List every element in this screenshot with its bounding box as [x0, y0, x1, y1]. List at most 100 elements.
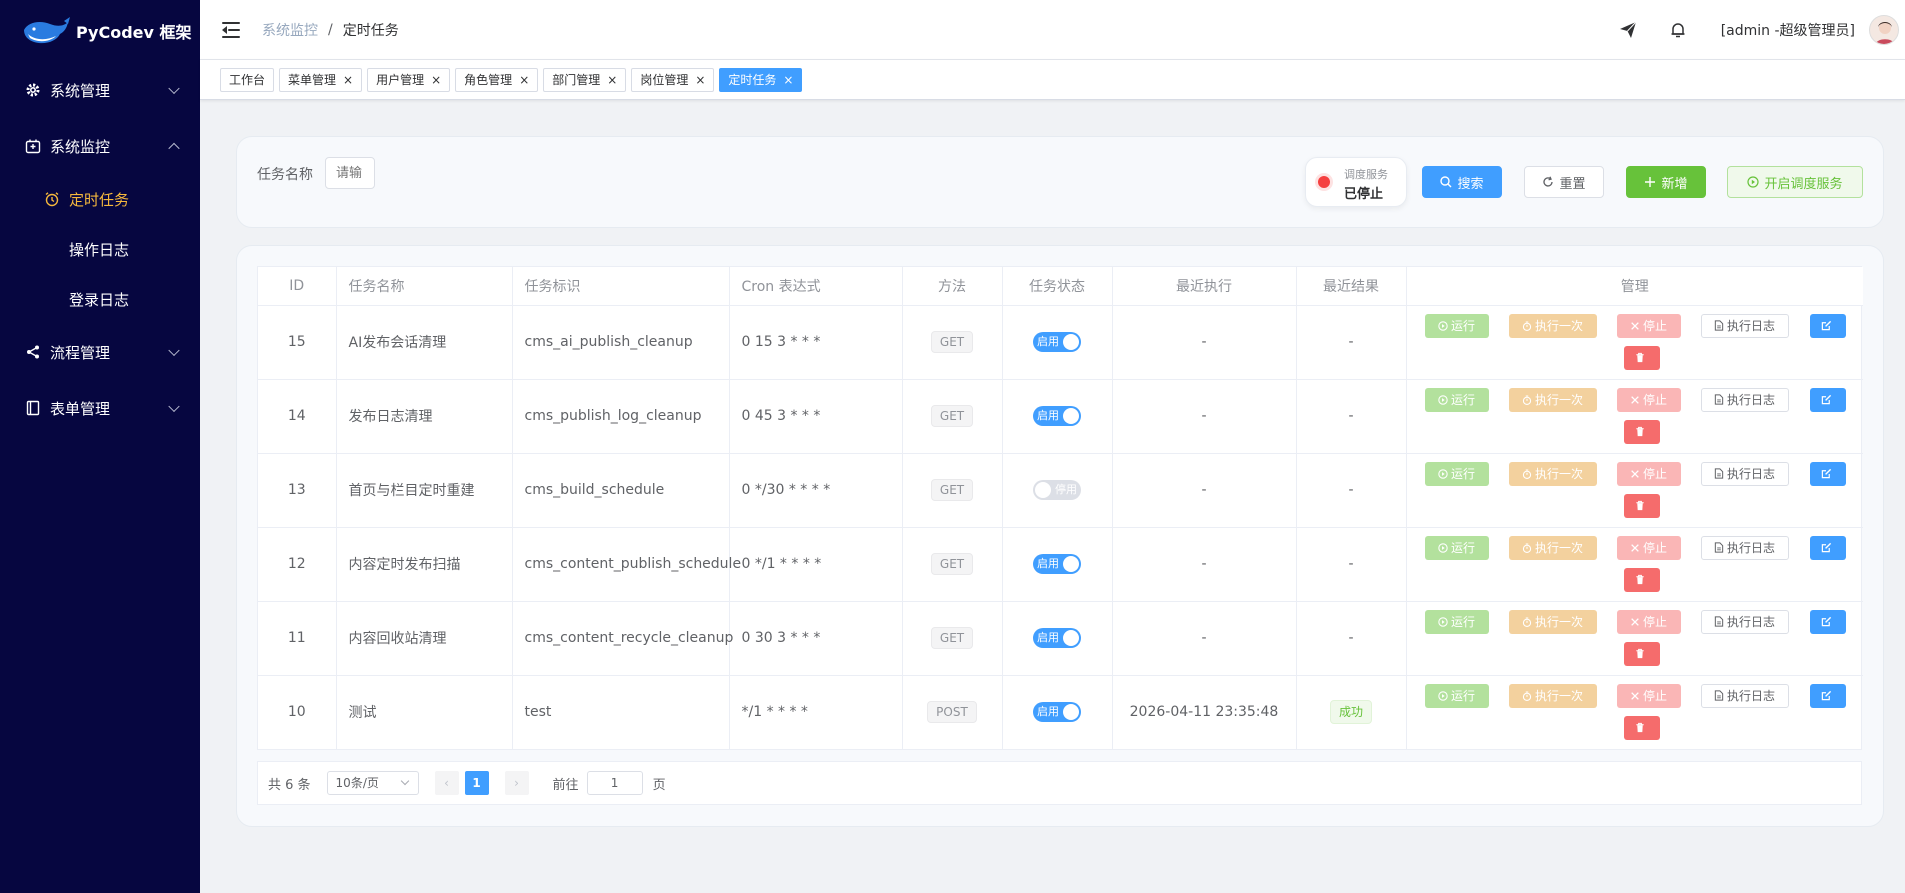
tag-workbench[interactable]: 工作台 — [220, 67, 275, 92]
stop-button[interactable]: 停止 — [1616, 387, 1681, 412]
page-number-current[interactable]: 1 — [464, 771, 489, 795]
avatar[interactable] — [1869, 15, 1899, 45]
search-button[interactable]: 搜索 — [1422, 166, 1502, 198]
task-status-switch[interactable]: 启用 — [1033, 628, 1081, 648]
page-size-select[interactable]: 10条/页 — [326, 771, 419, 795]
tag-scheduled-tasks[interactable]: 定时任务 × — [719, 67, 803, 92]
monitor-icon — [24, 137, 42, 155]
page-suffix: 页 — [652, 777, 666, 793]
edit-button[interactable] — [1809, 313, 1846, 338]
submenu-operation-log[interactable]: 操作日志 — [0, 224, 200, 274]
task-status-switch[interactable]: 启用 — [1033, 702, 1081, 722]
execution-log-button[interactable]: 执行日志 — [1700, 461, 1789, 486]
run-once-button[interactable]: 执行一次 — [1508, 683, 1597, 708]
run-button[interactable]: 运行 — [1424, 313, 1489, 338]
run-button[interactable]: 运行 — [1424, 609, 1489, 634]
send-icon[interactable] — [1617, 19, 1639, 41]
app-logo[interactable]: PyCodev 框架 — [0, 0, 200, 62]
submenu-scheduled-tasks[interactable]: 定时任务 — [0, 174, 200, 224]
scheduler-status-text: 已停止 — [1344, 187, 1384, 202]
close-icon[interactable]: × — [431, 73, 441, 87]
add-button[interactable]: 新增 — [1626, 166, 1706, 198]
execution-log-button[interactable]: 执行日志 — [1700, 609, 1789, 634]
column-header: 最近结果 — [1296, 267, 1407, 306]
task-name-input[interactable] — [325, 157, 375, 189]
delete-button[interactable] — [1623, 345, 1660, 370]
run-once-button[interactable]: 执行一次 — [1508, 535, 1597, 560]
close-icon[interactable]: × — [519, 73, 529, 87]
execution-log-button[interactable]: 执行日志 — [1700, 535, 1789, 560]
delete-button[interactable] — [1623, 419, 1660, 444]
edit-button[interactable] — [1809, 387, 1846, 412]
last-result: - — [1348, 482, 1354, 498]
tag-post-management[interactable]: 岗位管理 × — [631, 67, 715, 92]
task-key: cms_build_schedule — [512, 453, 730, 528]
tag-user-management[interactable]: 用户管理 × — [367, 67, 451, 92]
start-scheduler-button[interactable]: 开启调度服务 — [1727, 166, 1863, 198]
run-button[interactable]: 运行 — [1424, 683, 1489, 708]
edit-button[interactable] — [1809, 461, 1846, 486]
breadcrumb-separator: / — [328, 21, 333, 38]
last-result: - — [1348, 630, 1354, 646]
task-status-switch[interactable]: 启用 — [1033, 554, 1081, 574]
last-result: - — [1348, 408, 1354, 424]
play-circle-icon — [1438, 468, 1448, 479]
close-icon[interactable]: × — [695, 73, 705, 87]
run-button[interactable]: 运行 — [1424, 387, 1489, 412]
column-header: 任务名称 — [336, 267, 513, 306]
stop-button[interactable]: 停止 — [1616, 313, 1681, 338]
stop-button[interactable]: 停止 — [1616, 683, 1681, 708]
play-circle-icon — [1438, 320, 1448, 331]
total-count: 共 6 条 — [268, 777, 311, 793]
run-once-button[interactable]: 执行一次 — [1508, 609, 1597, 634]
tag-label: 岗位管理 — [640, 73, 689, 87]
submenu-login-log[interactable]: 登录日志 — [0, 274, 200, 324]
close-icon — [1631, 691, 1639, 700]
breadcrumb-parent[interactable]: 系统监控 — [262, 20, 318, 40]
execution-log-button[interactable]: 执行日志 — [1700, 387, 1789, 412]
run-once-button[interactable]: 执行一次 — [1508, 461, 1597, 486]
prev-page-button[interactable]: ‹ — [434, 771, 459, 795]
close-icon[interactable]: × — [343, 73, 353, 87]
menu-process-management[interactable]: 流程管理 — [0, 324, 200, 380]
collapse-menu-icon[interactable] — [222, 21, 244, 39]
goto-page-input[interactable] — [586, 771, 643, 795]
close-icon[interactable]: × — [783, 73, 793, 87]
stop-button[interactable]: 停止 — [1616, 535, 1681, 560]
tag-label: 定时任务 — [728, 73, 777, 87]
edit-button[interactable] — [1809, 609, 1846, 634]
delete-button[interactable] — [1623, 567, 1660, 592]
execution-log-button[interactable]: 执行日志 — [1700, 683, 1789, 708]
document-icon — [1714, 616, 1724, 627]
task-status-switch[interactable]: 启用 — [1033, 332, 1081, 352]
run-button[interactable]: 运行 — [1424, 535, 1489, 560]
reset-button[interactable]: 重置 — [1524, 166, 1604, 198]
run-once-button[interactable]: 执行一次 — [1508, 313, 1597, 338]
delete-button[interactable] — [1623, 715, 1660, 740]
delete-button[interactable] — [1623, 493, 1660, 518]
bell-icon[interactable] — [1667, 19, 1689, 41]
execution-log-label: 执行日志 — [1726, 319, 1775, 333]
edit-button[interactable] — [1809, 683, 1846, 708]
stop-button[interactable]: 停止 — [1616, 461, 1681, 486]
menu-form-management[interactable]: 表单管理 — [0, 380, 200, 436]
run-once-button[interactable]: 执行一次 — [1508, 387, 1597, 412]
edit-button[interactable] — [1809, 535, 1846, 560]
next-page-button[interactable]: › — [504, 771, 529, 795]
close-icon[interactable]: × — [607, 73, 617, 87]
menu-system-monitor[interactable]: 系统监控 — [0, 118, 200, 174]
user-name[interactable]: [admin -超级管理员] — [1721, 20, 1855, 40]
execution-log-button[interactable]: 执行日志 — [1700, 313, 1789, 338]
task-key: cms_content_publish_schedule — [512, 527, 741, 602]
task-status-switch[interactable]: 启用 — [1033, 406, 1081, 426]
stop-button[interactable]: 停止 — [1616, 609, 1681, 634]
close-icon — [1631, 543, 1639, 552]
tag-role-management[interactable]: 角色管理 × — [455, 67, 539, 92]
menu-system-management[interactable]: 系统管理 — [0, 62, 200, 118]
switch-knob — [1035, 482, 1051, 498]
run-button[interactable]: 运行 — [1424, 461, 1489, 486]
delete-button[interactable] — [1623, 641, 1660, 666]
tag-menu-management[interactable]: 菜单管理 × — [279, 67, 363, 92]
tag-dept-management[interactable]: 部门管理 × — [543, 67, 627, 92]
task-status-switch[interactable]: 停用 — [1033, 480, 1081, 500]
